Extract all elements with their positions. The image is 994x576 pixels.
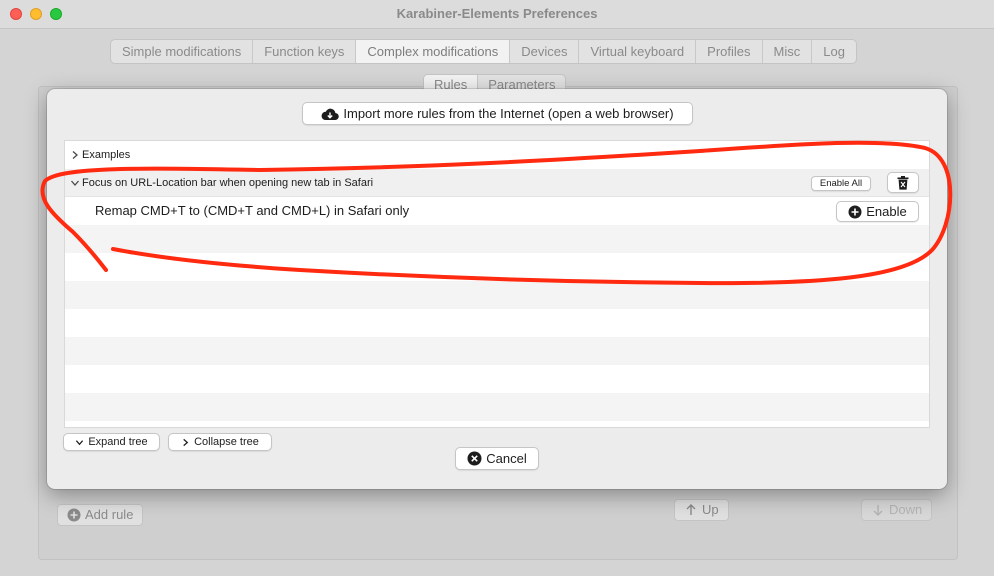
add-rule-button[interactable]: Add rule	[57, 504, 144, 526]
plus-circle-icon	[848, 205, 862, 218]
enable-rule-button[interactable]: Enable	[836, 201, 919, 222]
tab-function-keys[interactable]: Function keys	[253, 40, 357, 63]
trash-icon	[897, 175, 909, 190]
chevron-right-icon	[183, 438, 189, 446]
close-circle-icon	[467, 451, 482, 466]
import-rules-label: Import more rules from the Internet (ope…	[343, 106, 674, 121]
chevron-down-icon[interactable]	[70, 178, 80, 188]
group-title: Focus on URL-Location bar when opening n…	[82, 177, 374, 189]
plus-circle-icon	[67, 508, 81, 522]
title-bar: Karabiner-Elements Preferences	[0, 0, 994, 29]
expand-tree-button[interactable]: Expand tree	[63, 433, 160, 451]
tree-group-safari-url-focus[interactable]: Focus on URL-Location bar when opening n…	[65, 169, 929, 197]
tab-simple-modifications[interactable]: Simple modifications	[111, 40, 254, 63]
arrow-down-icon	[873, 505, 883, 516]
empty-row	[65, 309, 929, 337]
collapse-tree-button[interactable]: Collapse tree	[168, 433, 272, 451]
enable-all-label: Enable All	[819, 178, 863, 189]
preferences-tab-bar: Simple modifications Function keys Compl…	[110, 39, 857, 64]
move-down-button[interactable]: Down	[861, 499, 933, 521]
tab-complex-modifications[interactable]: Complex modifications	[356, 40, 511, 63]
cancel-label: Cancel	[486, 451, 527, 466]
empty-row	[65, 225, 929, 253]
tab-log[interactable]: Log	[812, 40, 856, 63]
enable-rule-label: Enable	[866, 204, 907, 219]
tab-devices[interactable]: Devices	[510, 40, 580, 63]
enable-all-button[interactable]: Enable All	[811, 176, 871, 191]
cancel-button[interactable]: Cancel	[455, 447, 539, 470]
chevron-down-icon	[76, 439, 84, 445]
window-title: Karabiner-Elements Preferences	[396, 6, 598, 21]
arrow-up-icon	[686, 504, 696, 515]
rules-tree: Examples Focus on URL-Location bar when …	[64, 140, 930, 428]
empty-row	[65, 281, 929, 309]
delete-group-button[interactable]	[887, 172, 919, 193]
empty-row	[65, 337, 929, 365]
tree-group-examples[interactable]: Examples	[65, 141, 929, 169]
examples-label: Examples	[82, 149, 131, 161]
tree-rule-row: Remap CMD+T to (CMD+T and CMD+L) in Safa…	[65, 197, 929, 225]
tab-profiles[interactable]: Profiles	[696, 40, 763, 63]
import-rules-sheet: Import more rules from the Internet (ope…	[47, 89, 947, 489]
collapse-tree-label: Collapse tree	[194, 436, 259, 448]
move-up-label: Up	[702, 502, 719, 517]
import-rules-button[interactable]: Import more rules from the Internet (ope…	[302, 102, 693, 125]
empty-row	[65, 253, 929, 281]
tab-misc[interactable]: Misc	[763, 40, 813, 63]
empty-row	[65, 365, 929, 393]
add-rule-label: Add rule	[85, 507, 134, 522]
move-up-button[interactable]: Up	[674, 499, 729, 521]
expand-tree-label: Expand tree	[88, 436, 148, 448]
move-down-label: Down	[889, 502, 923, 517]
cloud-download-icon	[321, 108, 340, 120]
empty-row	[65, 393, 929, 421]
rule-description: Remap CMD+T to (CMD+T and CMD+L) in Safa…	[95, 203, 410, 218]
chevron-right-icon[interactable]	[70, 150, 80, 160]
tab-virtual-keyboard[interactable]: Virtual keyboard	[579, 40, 697, 63]
